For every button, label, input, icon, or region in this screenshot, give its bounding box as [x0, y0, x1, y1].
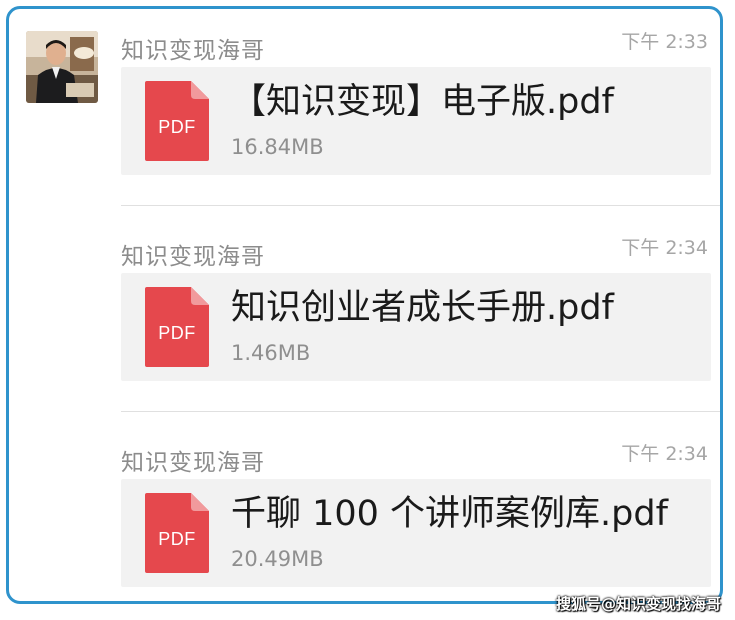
pdf-file-icon: PDF — [145, 81, 209, 161]
message-time: 下午 2:33 — [621, 31, 708, 53]
pdf-file-icon: PDF — [145, 493, 209, 573]
file-card[interactable]: PDF 知识创业者成长手册.pdf 1.46MB — [121, 273, 711, 381]
avatar-photo — [26, 31, 98, 103]
chat-frame: 知识变现海哥 下午 2:33 PDF 【知识变现】电子版.pdf 16.84MB… — [6, 6, 723, 604]
message-time: 下午 2:34 — [621, 237, 708, 259]
pdf-icon-label: PDF — [158, 323, 196, 343]
file-name: 知识创业者成长手册.pdf — [231, 288, 614, 328]
message-divider — [121, 411, 720, 412]
sender-name: 知识变现海哥 — [121, 244, 265, 270]
file-name: 【知识变现】电子版.pdf — [231, 82, 614, 122]
message-divider — [121, 205, 720, 206]
pdf-icon-label: PDF — [158, 117, 196, 137]
watermark: 搜狐号@知识变现找海哥 — [555, 595, 721, 613]
file-card[interactable]: PDF 千聊 100 个讲师案例库.pdf 20.49MB — [121, 479, 711, 587]
sender-name: 知识变现海哥 — [121, 38, 265, 64]
file-size: 16.84MB — [231, 135, 324, 159]
file-size: 20.49MB — [231, 547, 324, 571]
sender-avatar[interactable] — [26, 31, 98, 103]
file-size: 1.46MB — [231, 341, 311, 365]
pdf-file-icon: PDF — [145, 287, 209, 367]
message-time: 下午 2:34 — [621, 443, 708, 465]
file-card[interactable]: PDF 【知识变现】电子版.pdf 16.84MB — [121, 67, 711, 175]
pdf-icon-label: PDF — [158, 529, 196, 549]
sender-name: 知识变现海哥 — [121, 450, 265, 476]
file-name: 千聊 100 个讲师案例库.pdf — [231, 494, 668, 534]
